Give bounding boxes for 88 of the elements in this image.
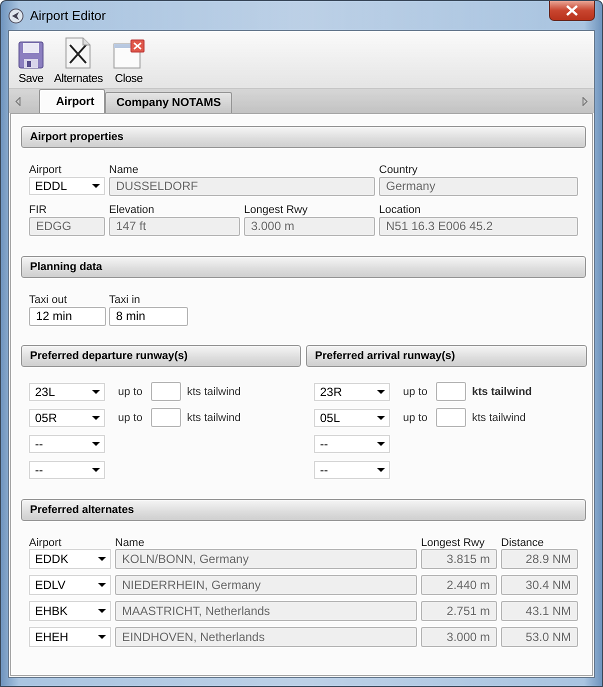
field-label: Country: [379, 164, 419, 176]
tailwind-field[interactable]: [436, 408, 466, 427]
unit-label: kts tailwind: [187, 386, 241, 398]
caret-icon: [377, 442, 385, 446]
field-label: Elevation: [109, 204, 156, 216]
tab[interactable]: Company NOTAMS: [105, 92, 232, 113]
caret-icon: [377, 390, 385, 394]
caret-icon: [92, 390, 100, 394]
elevation-field[interactable]: 147 ft: [109, 217, 240, 236]
field-label: Name: [109, 164, 140, 176]
caret-icon: [92, 442, 100, 446]
airport-dropdown[interactable]: EDLV: [29, 575, 111, 595]
longest-runway-field[interactable]: 3.815 m: [421, 549, 497, 569]
scroll-right-icon[interactable]: [582, 96, 588, 106]
runway-dropdown[interactable]: --: [314, 460, 390, 478]
airport-dropdown[interactable]: EHBK: [29, 601, 111, 621]
tailwind-field[interactable]: [151, 382, 181, 401]
distance-field[interactable]: 53.0 NM: [501, 627, 578, 647]
column-header: Longest Rwy: [421, 537, 486, 549]
close-icon: [566, 5, 578, 16]
caret-icon: [377, 468, 385, 472]
tailwind-field[interactable]: [436, 382, 466, 401]
close-button[interactable]: Close: [110, 35, 148, 85]
field-label: Taxi out: [29, 294, 68, 306]
unit-label: kts tailwind: [472, 386, 532, 398]
caret-icon: [98, 557, 106, 561]
column-header: Name: [115, 537, 146, 549]
field-label: Longest Rwy: [244, 204, 309, 216]
caret-icon: [92, 416, 100, 420]
alternates-button[interactable]: Alternates: [51, 35, 106, 85]
runway-dropdown[interactable]: 05L: [314, 408, 390, 426]
up-to-label: up to: [118, 386, 144, 398]
column-header: Distance: [501, 537, 545, 549]
column-header: Airport: [29, 537, 62, 549]
name-field[interactable]: EINDHOVEN, Netherlands: [115, 627, 417, 647]
field-label: Airport: [29, 164, 62, 176]
field-label: FIR: [29, 204, 48, 216]
tab[interactable]: Airport: [39, 89, 106, 113]
up-to-label: up to: [403, 412, 428, 424]
caret-icon: [377, 416, 385, 420]
longest-runway-field[interactable]: 3.000 m: [244, 217, 375, 236]
unit-label: kts tailwind: [187, 412, 241, 424]
name-field[interactable]: NIEDERRHEIN, Germany: [115, 575, 417, 595]
fir-field[interactable]: EDGG: [29, 217, 105, 236]
name-field[interactable]: MAASTRICHT, Netherlands: [115, 601, 417, 621]
taxi-in-field[interactable]: 8 min: [109, 307, 188, 326]
app-icon: [8, 8, 24, 24]
section-header: Planning data: [21, 256, 586, 278]
caret-icon: [98, 635, 106, 639]
runway-dropdown[interactable]: --: [29, 460, 105, 478]
section-header: Preferred departure runway(s): [21, 345, 301, 367]
up-to-label: up to: [403, 386, 428, 398]
runway-dropdown[interactable]: --: [29, 434, 105, 452]
tailwind-field[interactable]: [151, 408, 181, 427]
runway-dropdown[interactable]: --: [314, 434, 390, 452]
window-close-icon: [112, 39, 145, 69]
caret-icon: [98, 609, 106, 613]
airport-dropdown[interactable]: EDDK: [29, 549, 111, 569]
longest-runway-field[interactable]: 2.440 m: [421, 575, 497, 595]
unit-label: kts tailwind: [472, 412, 526, 424]
caret-icon: [98, 583, 106, 587]
airport-dropdown[interactable]: EDDL: [29, 177, 105, 195]
runway-dropdown[interactable]: 23R: [314, 382, 390, 400]
field-label: Location: [379, 204, 422, 216]
distance-field[interactable]: 28.9 NM: [501, 549, 578, 569]
caret-icon: [92, 468, 100, 472]
section-header: Preferred alternates: [21, 499, 586, 521]
distance-field[interactable]: 30.4 NM: [501, 575, 578, 595]
window-title: Airport Editor: [30, 8, 106, 23]
distance-field[interactable]: 43.1 NM: [501, 601, 578, 621]
runway-dropdown[interactable]: 23L: [29, 382, 105, 400]
caret-icon: [92, 184, 100, 188]
name-field[interactable]: KOLN/BONN, Germany: [115, 549, 417, 569]
save-button[interactable]: Save: [15, 35, 47, 85]
section-header: Preferred arrival runway(s): [306, 345, 587, 367]
close-button[interactable]: [549, 1, 595, 21]
taxi-out-field[interactable]: 12 min: [29, 307, 106, 326]
field-label: Taxi in: [109, 294, 142, 306]
name-field[interactable]: DUSSELDORF: [109, 177, 375, 196]
section-header: Airport properties: [21, 126, 586, 148]
runway-dropdown[interactable]: 05R: [29, 408, 105, 426]
airport-dropdown[interactable]: EHEH: [29, 627, 111, 647]
location-field[interactable]: N51 16.3 E006 45.2: [379, 217, 578, 236]
longest-runway-field[interactable]: 3.000 m: [421, 627, 497, 647]
scroll-left-icon[interactable]: [15, 96, 21, 106]
up-to-label: up to: [118, 412, 144, 424]
country-field[interactable]: Germany: [379, 177, 578, 196]
longest-runway-field[interactable]: 2.751 m: [421, 601, 497, 621]
